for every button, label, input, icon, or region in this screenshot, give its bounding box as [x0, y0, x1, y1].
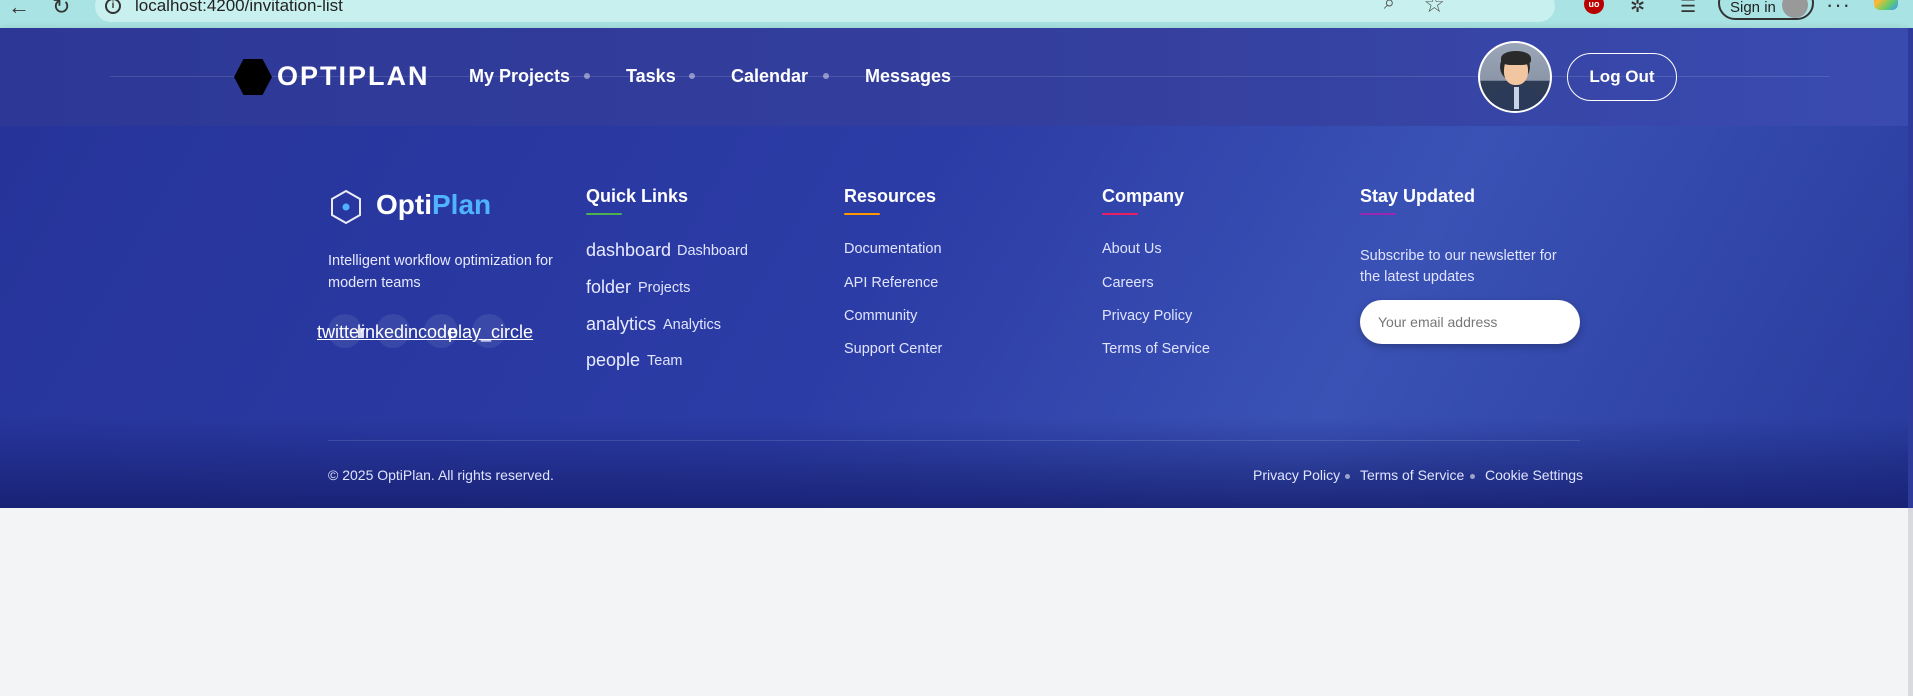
- company-link-careers[interactable]: Careers: [1102, 275, 1154, 291]
- nav-separator-dot: [823, 73, 829, 79]
- copyright-text: © 2025 OptiPlan. All rights reserved.: [328, 467, 554, 483]
- company-title: Company: [1102, 186, 1185, 206]
- stay-updated-title: Stay Updated: [1360, 186, 1476, 206]
- footer-brand-part1: Opti: [376, 189, 432, 220]
- nav-separator-dot: [689, 73, 695, 79]
- newsletter-email-input[interactable]: [1360, 300, 1580, 344]
- footer-divider: [328, 440, 1580, 441]
- social-link-linkedin[interactable]: linkedin: [357, 322, 418, 343]
- user-avatar[interactable]: [1478, 41, 1552, 113]
- back-icon[interactable]: ←: [8, 0, 30, 20]
- folder-icon[interactable]: folder: [586, 277, 631, 298]
- brand-name[interactable]: OPTIPLAN: [277, 61, 430, 92]
- resource-link-community[interactable]: Community: [844, 308, 917, 324]
- footer-brand-part2: Plan: [432, 189, 492, 220]
- stay-updated-accent-bar: [1360, 213, 1396, 215]
- scrollbar-thumb[interactable]: [1908, 28, 1913, 508]
- address-bar-url[interactable]: localhost:4200/invitation-list: [135, 0, 343, 16]
- nav-tasks[interactable]: Tasks: [626, 66, 676, 87]
- log-out-button[interactable]: Log Out: [1567, 53, 1677, 101]
- dashboard-icon[interactable]: dashboard: [586, 240, 671, 261]
- quick-links-title: Quick Links: [586, 186, 689, 206]
- bottom-link-separator-dot: [1345, 474, 1350, 479]
- company-accent-bar: [1102, 213, 1138, 215]
- analytics-icon[interactable]: analytics: [586, 314, 656, 335]
- footer-tagline: Intelligent workflow optimization for mo…: [328, 253, 553, 291]
- quick-links-accent-bar: [586, 213, 622, 215]
- company-link-about-us[interactable]: About Us: [1102, 241, 1162, 257]
- copilot-icon[interactable]: [1874, 0, 1898, 10]
- zoom-icon[interactable]: ⌕: [1384, 0, 1395, 15]
- page-scrollbar[interactable]: [1908, 28, 1913, 696]
- extensions-puzzle-icon[interactable]: ✲: [1630, 0, 1645, 17]
- more-options-icon[interactable]: ···: [1826, 0, 1851, 18]
- hexagon-logo-icon[interactable]: [234, 59, 272, 95]
- app-header: OPTIPLAN My Projects Tasks Calendar Mess…: [0, 28, 1908, 126]
- social-link-play-circle[interactable]: play_circle: [448, 322, 533, 343]
- bottom-link-cookie-settings[interactable]: Cookie Settings: [1485, 467, 1583, 483]
- nav-calendar[interactable]: Calendar: [731, 66, 808, 87]
- footer-brand[interactable]: OptiPlan: [376, 189, 491, 221]
- site-footer: OptiPlan Intelligent workflow optimizati…: [0, 126, 1908, 508]
- resources-accent-bar: [844, 213, 880, 215]
- resource-link-documentation[interactable]: Documentation: [844, 241, 942, 257]
- resource-link-support-center[interactable]: Support Center: [844, 341, 942, 357]
- quick-link-dashboard[interactable]: Dashboard: [677, 243, 748, 259]
- address-bar[interactable]: i localhost:4200/invitation-list ⌕ ☆: [95, 0, 1555, 22]
- avatar-hair: [1501, 51, 1531, 65]
- bottom-link-separator-dot: [1470, 474, 1475, 479]
- nav-separator-dot: [584, 73, 590, 79]
- quick-link-team[interactable]: Team: [647, 353, 682, 369]
- sign-in-label: Sign in: [1730, 0, 1776, 16]
- resources-title: Resources: [844, 186, 937, 206]
- avatar-tie: [1514, 87, 1519, 109]
- bottom-link-terms-of-service[interactable]: Terms of Service: [1360, 467, 1464, 483]
- company-link-privacy-policy[interactable]: Privacy Policy: [1102, 308, 1192, 324]
- nav-messages[interactable]: Messages: [865, 66, 951, 87]
- bookmark-star-icon[interactable]: ☆: [1423, 0, 1445, 19]
- quick-link-projects[interactable]: Projects: [638, 280, 690, 296]
- company-link-terms-of-service[interactable]: Terms of Service: [1102, 341, 1210, 357]
- sign-in-button[interactable]: Sign in: [1718, 0, 1814, 20]
- reload-icon[interactable]: ↻: [52, 0, 70, 20]
- people-icon[interactable]: people: [586, 350, 640, 371]
- site-info-icon[interactable]: i: [105, 0, 121, 14]
- quick-link-analytics[interactable]: Analytics: [663, 317, 721, 333]
- favorites-list-icon[interactable]: ☰: [1680, 0, 1696, 17]
- newsletter-text: Subscribe to our newsletter for the late…: [1360, 248, 1557, 285]
- bottom-link-privacy-policy[interactable]: Privacy Policy: [1253, 467, 1340, 483]
- resource-link-api-reference[interactable]: API Reference: [844, 275, 938, 291]
- profile-avatar-icon: [1782, 0, 1808, 18]
- ublock-extension-icon[interactable]: uo: [1584, 0, 1604, 14]
- browser-toolbar: ← ↻ i localhost:4200/invitation-list ⌕ ☆…: [0, 0, 1913, 28]
- nav-my-projects[interactable]: My Projects: [469, 66, 570, 87]
- hexagon-logo-icon: [331, 189, 361, 225]
